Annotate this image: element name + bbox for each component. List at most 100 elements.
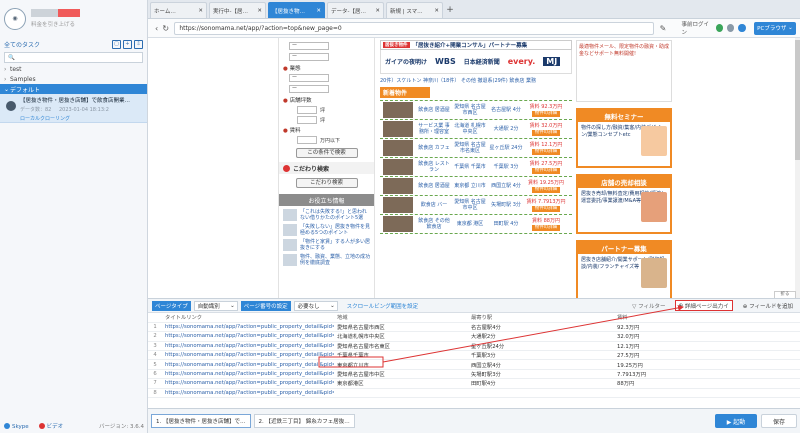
select-floor[interactable]: ー (289, 74, 329, 82)
status-blue-icon[interactable] (738, 24, 746, 32)
category-counts[interactable]: 20件）スケルトン 神奈川（18件） その他 撤退系(29件) 飲食店 業務 (380, 77, 572, 84)
row-title-link[interactable]: https://sonomama.net/app/?action=public_… (162, 359, 334, 370)
row-title-link[interactable]: https://sonomama.net/app/?action=public_… (162, 322, 334, 333)
folder-test[interactable]: › test (0, 64, 147, 74)
task-search-input[interactable]: 🔍 (4, 52, 143, 63)
table-header: タイトルリンク 地域 最寄り駅 賃料 (148, 313, 800, 323)
filter-button[interactable]: ▽ フィルター (632, 302, 665, 310)
sell-box[interactable]: 店舗の売却相談 居抜き売却/無料査定/費用相談/譲渡/運営委託/事業譲渡/M&A… (576, 174, 672, 234)
close-icon[interactable]: ✕ (432, 8, 439, 14)
area-max-input[interactable] (297, 116, 317, 124)
property-row[interactable]: 飲食店 バー 愛知県 名古屋市中区 矢場町駅 3分 賃料 7.7913万円 物件の詳細 (380, 196, 572, 215)
property-location: 北海道 札幌市中央区 (454, 123, 486, 135)
property-detail-button[interactable]: 物件の詳細 (531, 167, 561, 174)
col-station[interactable]: 最寄り駅 (468, 313, 614, 323)
property-detail-button[interactable]: 物件の詳細 (531, 224, 561, 231)
select-1[interactable]: ー (289, 42, 329, 50)
pc-browser-button[interactable]: PCブラウザ ⌄ (753, 21, 797, 35)
folder-samples[interactable]: › Samples (0, 74, 147, 84)
workflow-step-2[interactable]: 2. 【近鉄三丁目】 錦糸カフェ居抜… (253, 414, 355, 428)
rent-input[interactable] (297, 136, 317, 144)
skype-link[interactable]: Skype (4, 422, 29, 430)
property-row[interactable]: 飲食店 居酒屋 東京都 立川市 西国立駅 4分 賃料 19.25万円 物件の詳細 (380, 177, 572, 196)
scroll-range-link[interactable]: スクロールビング範囲を設定 (347, 302, 419, 310)
close-icon[interactable]: ✕ (314, 8, 321, 14)
video-link[interactable]: ビデオ (38, 422, 63, 430)
info-item[interactable]: 物件、融資、業態、立地の成功例を徹底調査 (283, 254, 370, 266)
select-2[interactable]: ー (289, 53, 329, 61)
table-row[interactable]: 6 https://sonomama.net/app/?action=public… (148, 369, 800, 380)
col-rent[interactable]: 賃料 (614, 313, 800, 323)
data-panel-toolbar: ページタイプ 自動識別 ⌄ ページ番号の設定 必要なし ⌄ スクロールビング範囲を設… (148, 298, 800, 313)
scroll-thumb[interactable] (795, 40, 800, 160)
add-tab-icon[interactable]: + (445, 2, 455, 18)
table-row[interactable]: 7 https://sonomama.net/app/?action=public… (148, 378, 800, 389)
new-task-icon[interactable]: + (123, 39, 132, 49)
row-title-link[interactable]: https://sonomama.net/app/?action=public_… (162, 369, 334, 380)
table-row[interactable]: 4 https://sonomama.net/app/?action=public… (148, 350, 800, 361)
tab-new[interactable]: 新規 | スマ… ✕ (386, 2, 443, 18)
condition-search-button[interactable]: この条件で検索 (295, 148, 358, 158)
folder-default[interactable]: ⌄ デフォルト (0, 84, 147, 94)
close-icon[interactable]: ✕ (196, 8, 203, 14)
status-green-icon[interactable] (715, 24, 724, 32)
page-count-select[interactable]: 必要なし ⌄ (293, 300, 338, 311)
table-row[interactable]: 3 https://sonomama.net/app/?action=public… (148, 341, 800, 352)
url-bar[interactable]: https://sonomama.net/app/?action=top&new… (174, 21, 655, 35)
close-icon[interactable]: ✕ (255, 8, 262, 14)
partner-box[interactable]: パートナー募集 居抜き店舗紹介/開業サポート/融資相談/内装/フランチャイズ等 (576, 240, 672, 298)
info-item[interactable]: 「これは失敗する!」と思われない借りかたのポイント5選 (283, 209, 370, 221)
pre-login-link[interactable]: 事前ログイン (682, 20, 712, 36)
partner-banner[interactable]: 居抜き物件 「居抜き紹介+開業コンサル」パートナー募集 (380, 40, 572, 50)
tab-running[interactable]: 実行中-【居… ✕ (209, 2, 266, 18)
tab-active-page[interactable]: 【居抜き物… ✕ (268, 2, 325, 18)
seminar-box[interactable]: 無料セミナー 物件の探し方/融資/集客/内装デザイン/業態コンセプトetc (576, 108, 672, 168)
thumbnail (283, 224, 297, 236)
property-row[interactable]: 飲食店 居酒屋 愛知県 名古屋市西区 名古屋駅 4分 賃料 92.3万円 物件の詳細 (380, 101, 572, 120)
page-scrollbar[interactable] (795, 38, 800, 298)
property-detail-button[interactable]: 物件の詳細 (531, 129, 561, 136)
fold-button[interactable]: 折る (774, 291, 796, 298)
area-min-input[interactable] (297, 106, 317, 114)
kodawari-search-button[interactable]: こだわり検索 (295, 178, 358, 188)
import-icon[interactable]: ⇩ (134, 39, 143, 49)
property-row[interactable]: 飲食店 その他飲食店 東京都 港区 田町駅 4分 賃料 88万円 物件の詳細 (380, 215, 572, 234)
property-detail-button[interactable]: 物件の詳細 (531, 110, 561, 117)
add-field-button[interactable]: ⊕ フィールドを追加 (740, 302, 796, 310)
table-row[interactable]: 5 https://sonomama.net/app/?action=public… (148, 359, 800, 370)
col-title-link[interactable]: タイトルリンク (162, 313, 334, 323)
table-row[interactable]: 1 https://sonomama.net/app/?action=public… (148, 322, 800, 333)
property-row[interactable]: 飲食店 カフェ 愛知県 名古屋市名東区 星ヶ丘駅 24分 賃料 12.1万円 物件の詳細 (380, 139, 572, 158)
info-item[interactable]: 「失敗しない」居抜き物件を見極める5つのポイント (283, 224, 370, 236)
property-row[interactable]: サービス業 事務所・理容室 北海道 札幌市中央区 大通駅 2分 賃料 32.0万円 物件… (380, 120, 572, 139)
status-gray-icon[interactable] (727, 24, 735, 32)
edit-icon[interactable]: ✎ (658, 24, 667, 33)
reload-icon[interactable]: ↻ (161, 24, 170, 33)
row-title-link[interactable]: https://sonomama.net/app/?action=public_… (162, 341, 334, 352)
property-detail-button[interactable]: 物件の詳細 (531, 148, 561, 155)
row-title-link[interactable]: https://sonomama.net/app/?action=public_… (162, 388, 334, 399)
row-title-link[interactable]: https://sonomama.net/app/?action=public_… (162, 331, 334, 342)
close-icon[interactable]: ✕ (373, 8, 380, 14)
save-button[interactable]: 保存 (761, 414, 797, 428)
select-floor-2[interactable]: ー (289, 85, 329, 93)
start-button[interactable]: ▶ 起動 (715, 414, 757, 428)
tab-data[interactable]: データ-【居… ✕ (327, 2, 384, 18)
workflow-step-1[interactable]: 1. 【居抜き物件・居抜き店舗】で… (151, 414, 251, 428)
promo-card[interactable]: 最適物件メール、限定物件の融資・助成金などサポート無料開催! (576, 40, 672, 102)
task-item[interactable]: 【居抜き物件・居抜き店舗】で飲食店開業… データ数：82 2023-01-04 … (0, 94, 147, 123)
property-row[interactable]: 飲食店 レストラン 千葉県 千葉市 千葉駅 3分 賃料 27.5万円 物件の詳細 (380, 158, 572, 177)
tab-home[interactable]: ホーム… ✕ (150, 2, 207, 18)
property-detail-button[interactable]: 物件の詳細 (531, 186, 561, 193)
new-folder-icon[interactable]: ▢ (112, 39, 121, 49)
detail-page-output-button[interactable]: ⊕ 詳細ページ出力イ (674, 300, 733, 311)
row-title-link[interactable]: https://sonomama.net/app/?action=public_… (162, 378, 334, 389)
table-row[interactable]: 2 https://sonomama.net/app/?action=public… (148, 331, 800, 342)
table-row[interactable]: 8 https://sonomama.net/app/?action=public… (148, 388, 800, 399)
row-title-link[interactable]: https://sonomama.net/app/?action=public_… (162, 350, 334, 361)
info-item[interactable]: 「物件と家賃」する人が多い居抜きにする (283, 239, 370, 251)
col-region[interactable]: 地域 (334, 313, 468, 323)
back-icon[interactable]: ‹ (152, 24, 161, 33)
property-detail-button[interactable]: 物件の詳細 (531, 205, 561, 212)
page-type-select[interactable]: 自動識別 ⌄ (193, 300, 238, 311)
